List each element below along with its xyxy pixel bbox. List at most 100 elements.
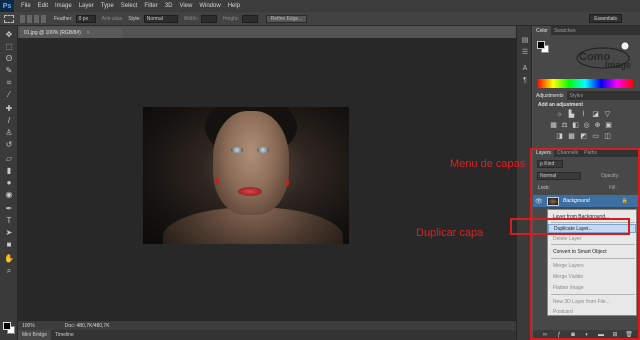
clone-stamp-icon[interactable]: ♙	[4, 128, 14, 138]
menu-edit[interactable]: Edit	[38, 3, 48, 9]
posterize-icon[interactable]: ▩	[567, 133, 576, 141]
exposure-icon[interactable]: ◪	[591, 111, 600, 119]
portrait-image	[143, 107, 349, 244]
panel-foreground-swatch[interactable]	[537, 41, 545, 49]
menu-select[interactable]: Select	[121, 3, 138, 9]
adjustments-title: Add an adjustment	[538, 102, 584, 108]
foreground-color-swatch[interactable]	[3, 322, 11, 330]
gradient-icon[interactable]: ▮	[4, 166, 14, 176]
canvas-workspace[interactable]	[18, 38, 516, 320]
marquee-icon[interactable]: ⬚	[4, 42, 14, 52]
zoom-level[interactable]: 100%	[22, 323, 35, 329]
tab-mini-bridge[interactable]: Mini Bridge	[18, 330, 52, 340]
tab-swatches[interactable]: Swatches	[551, 26, 579, 35]
menu-layer[interactable]: Layer	[79, 3, 94, 9]
height-label: Height:	[222, 15, 239, 22]
status-bar: 100% Doc: 480,7K/480,7K	[18, 320, 516, 330]
workspace-select[interactable]: Essentials	[589, 14, 622, 23]
dodge-icon[interactable]: ◉	[4, 190, 14, 200]
width-label: Width:	[183, 15, 198, 22]
style-select[interactable]: Normal	[143, 14, 178, 23]
levels-icon[interactable]: ▙	[567, 111, 576, 119]
healing-brush-icon[interactable]: ✚	[4, 104, 14, 114]
bottom-panel-tabs: Mini Bridge Timeline	[18, 330, 516, 340]
document-tab[interactable]: 01.jpg @ 100% (RGB/8#) ×	[20, 28, 122, 38]
invert-icon[interactable]: ◨	[555, 133, 564, 141]
document-size[interactable]: Doc: 480,7K/480,7K	[65, 323, 110, 329]
menu-image[interactable]: Image	[55, 3, 72, 9]
foreground-background-colors[interactable]	[3, 322, 15, 334]
brush-icon[interactable]: /	[4, 116, 14, 126]
properties-panel-icon[interactable]: ☰	[520, 48, 530, 57]
duplicate-layer-annotation-box	[510, 218, 630, 235]
history-brush-icon[interactable]: ↺	[4, 140, 14, 150]
black-white-icon[interactable]: ◧	[571, 122, 580, 130]
image-lips	[238, 187, 262, 196]
annotation-menu-label: Menu de capas	[450, 158, 526, 170]
channel-mixer-icon[interactable]: ⊕	[593, 122, 602, 130]
width-input[interactable]	[200, 14, 217, 23]
color-spectrum-bar[interactable]	[537, 79, 633, 88]
photo-filter-icon[interactable]: ◎	[582, 122, 591, 130]
tab-styles[interactable]: Styles	[567, 91, 587, 100]
antialias-checkbox-label[interactable]: Anti-alias	[102, 16, 123, 22]
eyedropper-icon[interactable]: ⁄	[4, 90, 14, 100]
hand-icon[interactable]: ✋	[4, 254, 14, 264]
type-icon[interactable]: T	[4, 216, 14, 226]
menu-filter[interactable]: Filter	[144, 3, 157, 9]
feather-input[interactable]: 0 px	[75, 14, 96, 23]
document-tab-title: 01.jpg @ 100% (RGB/8#)	[24, 30, 81, 36]
image-left-earring	[215, 177, 219, 184]
adjustments-panel-tabs: Adjustments Styles	[533, 91, 640, 100]
tab-timeline[interactable]: Timeline	[51, 330, 78, 340]
curves-icon[interactable]: ⌇	[579, 111, 588, 119]
paragraph-panel-icon[interactable]: ¶	[520, 76, 530, 85]
image-face	[213, 111, 289, 215]
menu-bar: Ps File Edit Image Layer Type Select Fil…	[0, 0, 640, 12]
menu-help[interactable]: Help	[228, 3, 240, 9]
feather-label: Feather:	[54, 15, 73, 22]
style-label: Style:	[128, 15, 141, 22]
image-right-earring	[285, 179, 289, 186]
shape-icon[interactable]: ■	[4, 240, 14, 250]
selective-color-icon[interactable]: ◫	[603, 133, 612, 141]
eraser-icon[interactable]: ▱	[4, 154, 14, 164]
path-select-icon[interactable]: ➤	[4, 228, 14, 238]
vibrance-icon[interactable]: ▽	[603, 111, 612, 119]
menu-type[interactable]: Type	[101, 3, 114, 9]
threshold-icon[interactable]: ◩	[579, 133, 588, 141]
options-bar: Feather: 0 px Anti-alias Style: Normal W…	[0, 12, 640, 26]
crop-icon[interactable]: ⌗	[4, 78, 14, 88]
color-panel-tabs: Color Swatches	[533, 26, 640, 35]
history-panel-icon[interactable]: ▤	[520, 36, 530, 45]
image-left-eye	[231, 147, 243, 153]
photoshop-logo: Ps	[0, 0, 14, 12]
annotation-duplicate-label: Duplicar capa	[416, 227, 484, 239]
zoom-icon[interactable]: ⌕	[4, 266, 14, 276]
image-right-eye	[257, 147, 269, 153]
height-input[interactable]	[241, 14, 258, 23]
quick-select-icon[interactable]: ✎	[4, 66, 14, 76]
blur-icon[interactable]: ●	[4, 178, 14, 188]
marquee-tool-preset-icon[interactable]	[4, 14, 14, 23]
lasso-icon[interactable]: ʘ	[4, 54, 14, 64]
menu-file[interactable]: File	[21, 3, 31, 9]
menu-window[interactable]: Window	[199, 3, 220, 9]
pen-icon[interactable]: ✒	[4, 204, 14, 214]
color-lookup-icon[interactable]: ▣	[604, 122, 613, 130]
character-panel-icon[interactable]: A	[520, 64, 530, 73]
brightness-icon[interactable]: ☼	[555, 111, 564, 119]
layers-panel-annotation-box	[530, 148, 640, 340]
move-icon[interactable]: ✥	[4, 30, 14, 40]
menu-view[interactable]: View	[179, 3, 192, 9]
menu-3d[interactable]: 3D	[165, 3, 173, 9]
color-balance-icon[interactable]: ⚖	[560, 122, 569, 130]
hue-saturation-icon[interactable]: ▦	[549, 122, 558, 130]
adjustments-panel: Adjustments Styles Add an adjustment ☼ ▙…	[533, 91, 640, 145]
tab-adjustments[interactable]: Adjustments	[533, 91, 567, 100]
selection-mode-icons[interactable]	[20, 14, 48, 23]
close-icon[interactable]: ×	[87, 30, 90, 36]
refine-edge-button[interactable]: Refine Edge...	[265, 14, 308, 23]
gradient-map-icon[interactable]: ▭	[591, 133, 600, 141]
tab-color[interactable]: Color	[533, 26, 551, 35]
